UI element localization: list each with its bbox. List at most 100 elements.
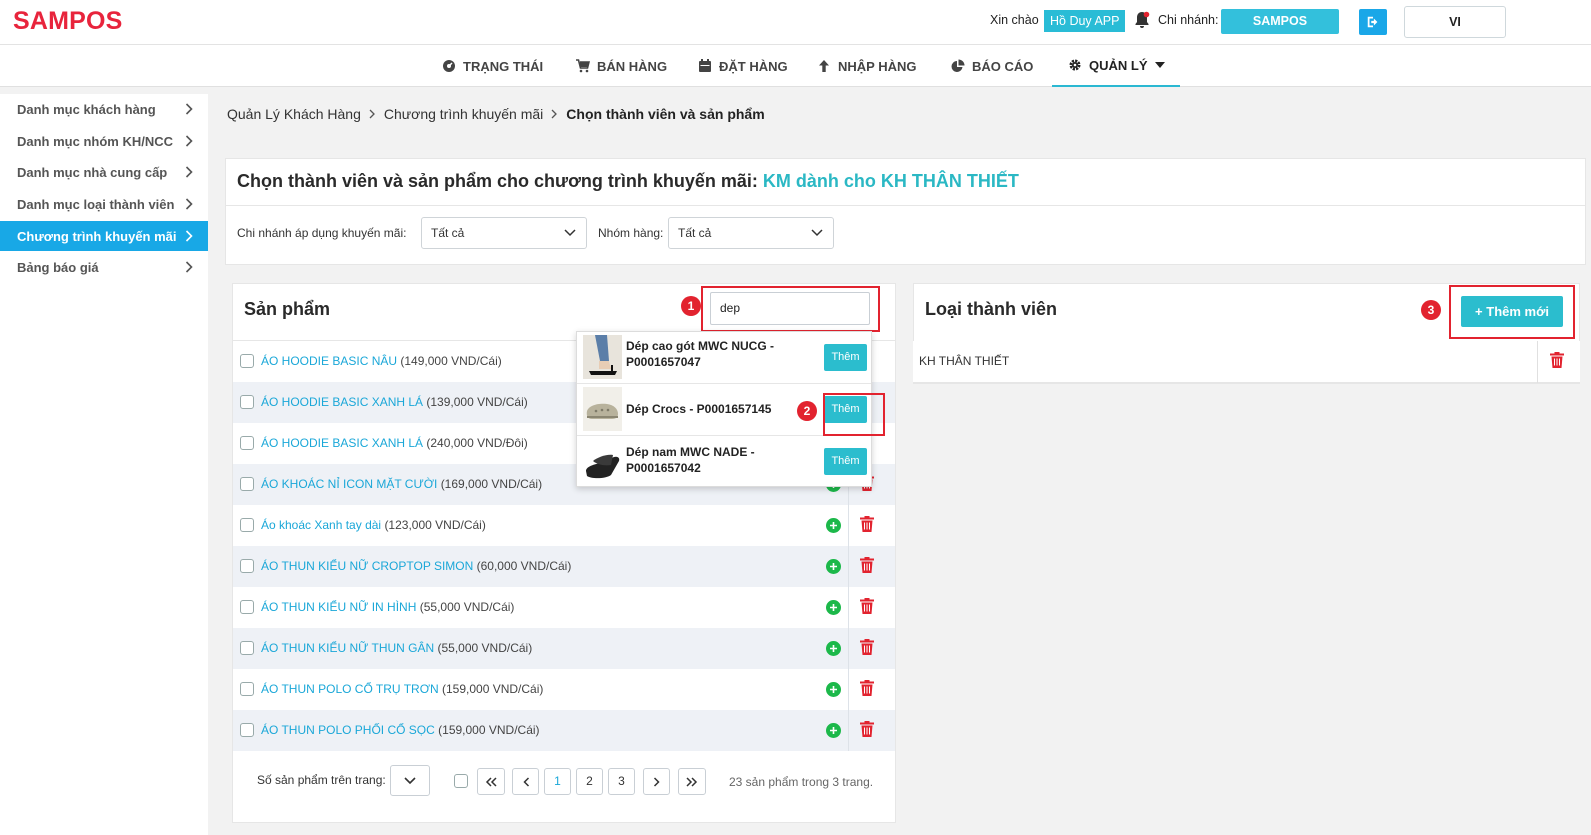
product-checkbox[interactable] [240,354,254,368]
promo-header-card: Chọn thành viên và sản phẩm cho chương t… [225,158,1586,265]
sidebar-item-label: Chương trình khuyến mãi [17,228,177,244]
add-circle-icon[interactable] [826,600,841,615]
nav-quan-ly[interactable]: QUẢN LÝ [1052,45,1180,87]
product-checkbox[interactable] [240,395,254,409]
product-row: ÁO THUN KIỂU NỮ THUN GÂN (55,000 VND/Cái… [233,628,895,669]
nav-nhap-hang[interactable]: NHẬP HÀNG [817,45,917,87]
trash-icon[interactable] [860,639,874,655]
trash-icon[interactable] [860,557,874,573]
next-page-button[interactable] [643,768,670,795]
product-price: (169,000 VND/Cái) [440,477,543,491]
nav-ban-hang[interactable]: BÁN HÀNG [576,45,667,87]
product-link[interactable]: ÁO HOODIE BASIC XANH LÁ [261,395,423,409]
trash-icon[interactable] [1550,352,1564,368]
calendar-icon [699,59,711,72]
product-checkbox[interactable] [240,641,254,655]
per-page-label: Số sản phẩm trên trang: [257,773,386,787]
breadcrumb: Quản Lý Khách Hàng Chương trình khuyến m… [227,106,765,122]
add-circle-icon[interactable] [826,518,841,533]
logout-button[interactable] [1359,9,1387,35]
product-price: (60,000 VND/Cái) [476,559,572,573]
highlight-box [823,393,885,436]
product-thumbnail [583,335,622,379]
product-link[interactable]: ÁO THUN POLO CỔ TRỤ TRƠN [261,682,439,696]
trash-icon[interactable] [860,516,874,532]
breadcrumb-item[interactable]: Chương trình khuyến mãi [384,106,543,122]
divider [848,669,849,710]
prev-page-button[interactable] [512,768,539,795]
breadcrumb-item[interactable]: Quản Lý Khách Hàng [227,106,361,122]
product-link[interactable]: ÁO THUN KIỂU NỮ CROPTOP SIMON [261,559,473,573]
product-price: (123,000 VND/Cái) [384,518,486,532]
add-suggestion-button[interactable]: Thêm [824,344,867,371]
select-all-checkbox[interactable] [454,774,468,788]
trash-icon[interactable] [860,721,874,737]
branch-selector-button[interactable]: SAMPOS [1221,9,1339,34]
trash-icon[interactable] [860,598,874,614]
product-link[interactable]: ÁO KHOÁC NỈ ICON MẶT CƯỜI [261,477,437,491]
product-checkbox[interactable] [240,436,254,450]
notification-bell-icon[interactable] [1134,11,1150,29]
product-link[interactable]: ÁO THUN POLO PHỐI CỔ SỌC [261,723,435,737]
add-circle-icon[interactable] [826,559,841,574]
divider [226,205,1585,206]
product-link[interactable]: ÁO THUN KIỂU NỮ IN HÌNH [261,600,416,614]
product-checkbox[interactable] [240,723,254,737]
product-link[interactable]: ÁO HOODIE BASIC XANH LÁ [261,436,423,450]
add-suggestion-button[interactable]: Thêm [824,448,867,475]
product-checkbox[interactable] [240,559,254,573]
nav-label: BÁO CÁO [972,58,1034,74]
product-checkbox[interactable] [240,518,254,532]
product-checkbox[interactable] [240,682,254,696]
page-button[interactable]: 1 [544,768,571,795]
sidebar-item-khach-hang[interactable]: Danh mục khách hàng [0,94,208,124]
per-page-select[interactable] [390,765,430,796]
product-link[interactable]: ÁO HOODIE BASIC NÂU [261,354,397,368]
product-link[interactable]: Áo khoác Xanh tay dài [261,518,381,532]
sidebar-item-label: Danh mục khách hàng [17,101,156,117]
sidebar-item-bang-bao-gia[interactable]: Bảng báo giá [0,252,208,282]
add-circle-icon[interactable] [826,641,841,656]
page-button[interactable]: 3 [608,768,635,795]
user-name-badge[interactable]: Hồ Duy APP [1044,10,1126,32]
nav-bao-cao[interactable]: BÁO CÁO [951,45,1033,87]
language-selector[interactable]: VI [1404,6,1506,38]
suggestion-item[interactable]: Dép nam MWC NADE - P0001657042 Thêm [577,436,871,488]
member-name: KH THÂN THIẾT [919,354,1010,368]
product-row: ÁO THUN POLO PHỐI CỔ SỌC (159,000 VND/Cá… [233,710,895,751]
suggestion-name: Dép cao gót MWC NUCG - P0001657047 [626,339,774,369]
divider [848,505,849,546]
app-logo[interactable]: SAMPOS [13,7,123,36]
sidebar-item-nhom-kh-ncc[interactable]: Danh mục nhóm KH/NCC [0,126,208,156]
logout-icon [1367,16,1378,28]
sidebar-item-nha-cung-cap[interactable]: Danh mục nhà cung cấp [0,157,208,187]
branch-filter-select[interactable]: Tất cả [421,217,587,249]
chevron-right-icon [551,109,558,119]
product-checkbox[interactable] [240,600,254,614]
sidebar-item-label: Danh mục nhóm KH/NCC [17,133,173,149]
nav-label: BÁN HÀNG [597,58,668,74]
last-page-button[interactable] [678,768,706,795]
trash-icon[interactable] [860,680,874,696]
slide-sandal-image [583,439,622,483]
divider [848,710,849,751]
nav-trang-thai[interactable]: TRẠNG THÁI [442,45,543,87]
crocs-shoe-image [583,387,622,431]
gear-icon [1069,59,1081,71]
first-page-button[interactable] [477,768,505,795]
add-circle-icon[interactable] [826,723,841,738]
sidebar-item-khuyen-mai[interactable]: Chương trình khuyến mãi [0,221,208,251]
sidebar-item-loai-thanh-vien[interactable]: Danh mục loại thành viên [0,189,208,219]
add-circle-icon[interactable] [826,682,841,697]
nav-dat-hang[interactable]: ĐẶT HÀNG [698,45,788,87]
product-price: (55,000 VND/Cái) [419,600,515,614]
product-checkbox[interactable] [240,477,254,491]
product-link[interactable]: ÁO THUN KIỂU NỮ THUN GÂN [261,641,434,655]
page-button[interactable]: 2 [576,768,603,795]
suggestion-item[interactable]: Dép cao gót MWC NUCG - P0001657047 Thêm [577,332,871,384]
product-thumbnail [583,387,622,431]
pie-chart-icon [951,59,965,72]
group-filter-select[interactable]: Tất cả [668,217,834,249]
chevron-left-icon [522,776,529,787]
caret-down-icon [1154,62,1165,68]
